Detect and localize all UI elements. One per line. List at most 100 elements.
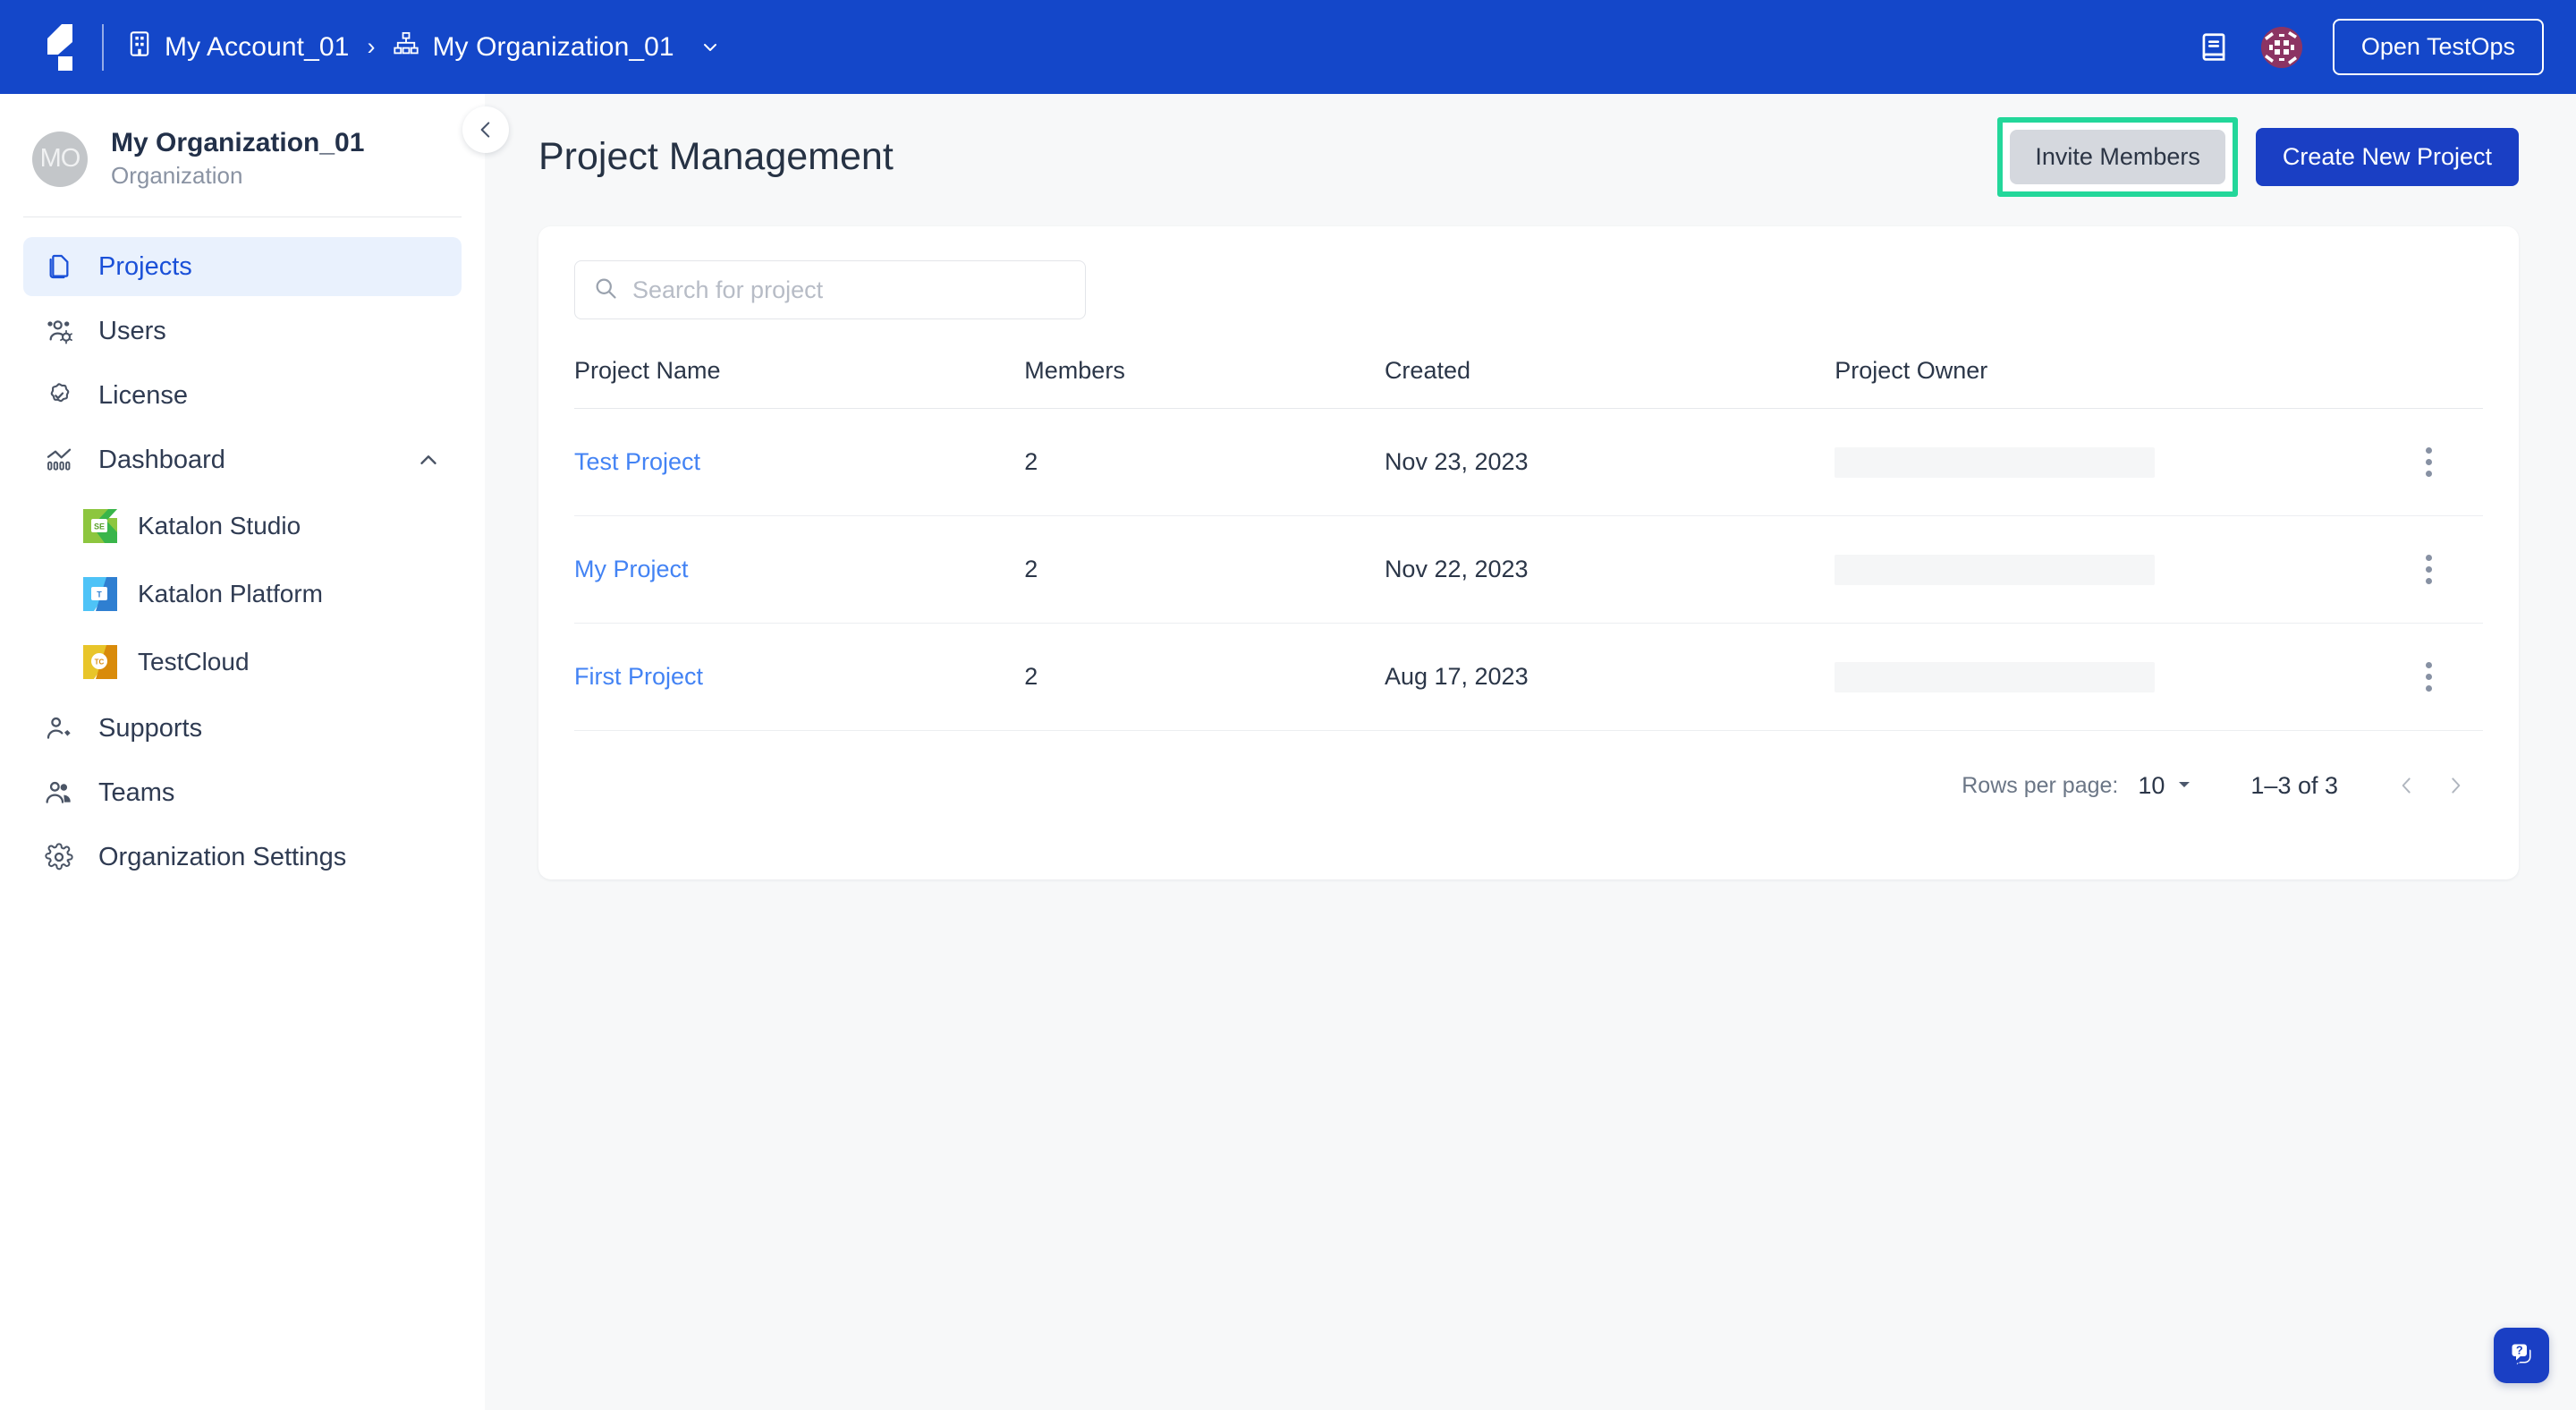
sidebar-item-label: Dashboard	[98, 445, 225, 474]
page-header-actions: Invite Members Create New Project	[1997, 116, 2519, 197]
pagination-next-button[interactable]	[2431, 761, 2479, 810]
owner-placeholder-bar	[1835, 661, 2156, 692]
kebab-menu-icon[interactable]	[2375, 662, 2483, 692]
sidebar-item-projects[interactable]: Projects	[23, 237, 462, 296]
help-chat-button[interactable]: ?	[2494, 1328, 2549, 1383]
chevron-up-icon[interactable]	[415, 446, 442, 473]
pagination-prev-button[interactable]	[2383, 761, 2431, 810]
cell-actions	[2375, 408, 2483, 516]
building-icon	[127, 30, 152, 64]
chevron-right-icon	[2452, 777, 2461, 794]
page-header: Project Management Invite Members Create…	[485, 106, 2576, 207]
sidebar-navigation: Projects Users License Dashboard SE Kata…	[0, 217, 485, 887]
owner-placeholder-bar	[1835, 446, 2156, 478]
projects-card: Project Name Members Created Project Own…	[538, 226, 2519, 879]
sidebar-item-label: Supports	[98, 713, 203, 743]
column-header-project-owner: Project Owner	[1835, 357, 1988, 384]
column-header-actions	[2375, 357, 2483, 409]
katalon-logo[interactable]	[27, 16, 89, 79]
project-name-link[interactable]: My Project	[574, 556, 689, 582]
help-chat-icon: ?	[2505, 1338, 2538, 1374]
analytics-chart-icon	[43, 444, 75, 476]
cell-created: Nov 23, 2023	[1384, 408, 1835, 516]
book-icon[interactable]	[2197, 30, 2231, 64]
svg-text:T: T	[97, 590, 102, 599]
sidebar-collapse-button[interactable]	[462, 106, 509, 153]
project-name-link[interactable]: Test Project	[574, 448, 700, 475]
sidebar-item-katalon-platform[interactable]: T Katalon Platform	[64, 563, 462, 625]
invite-members-button[interactable]: Invite Members	[2010, 129, 2225, 184]
search-input[interactable]	[632, 276, 1072, 304]
user-avatar-identicon[interactable]	[2260, 26, 2302, 68]
open-testops-button[interactable]: Open TestOps	[2332, 19, 2544, 75]
svg-text:SE: SE	[94, 522, 105, 531]
chevron-down-icon[interactable]	[699, 37, 721, 58]
projects-table: Project Name Members Created Project Own…	[574, 357, 2483, 731]
sidebar-item-dashboard[interactable]: Dashboard	[23, 430, 462, 489]
sidebar-item-testcloud[interactable]: TC TestCloud	[64, 631, 462, 693]
cell-project-owner	[1835, 623, 2376, 731]
rows-per-page-label: Rows per page:	[1962, 772, 2119, 798]
cell-members: 2	[1024, 408, 1385, 516]
sidebar-item-label: TestCloud	[138, 648, 250, 675]
organization-header: MO My Organization_01 Organization	[0, 94, 485, 190]
sidebar-item-license[interactable]: License	[23, 366, 462, 425]
sidebar-item-katalon-studio[interactable]: SE Katalon Studio	[64, 495, 462, 557]
caret-down-icon	[2175, 772, 2193, 800]
rows-per-page-select[interactable]: 10	[2138, 772, 2193, 800]
sidebar-item-supports[interactable]: Supports	[23, 699, 462, 758]
sidebar-item-label: Projects	[98, 251, 192, 281]
chevron-left-icon	[480, 122, 490, 138]
users-settings-icon	[43, 315, 75, 347]
kebab-menu-icon[interactable]	[2375, 555, 2483, 584]
breadcrumb-item-organization[interactable]: My Organization_01	[393, 31, 720, 64]
chevron-left-icon	[2402, 777, 2411, 794]
testcloud-icon: TC	[83, 645, 117, 679]
sidebar-dashboard-children: SE Katalon Studio T Katalon Platform TC …	[23, 495, 462, 693]
breadcrumb-account-label: My Account_01	[165, 31, 350, 62]
user-tag-icon	[43, 712, 75, 744]
cell-created: Aug 17, 2023	[1384, 623, 1835, 731]
main-content: Project Management Invite Members Create…	[485, 94, 2576, 1410]
org-chart-icon	[393, 31, 419, 64]
katalon-studio-icon: SE	[83, 509, 117, 543]
organization-name: My Organization_01	[111, 128, 365, 157]
sidebar-item-label: Teams	[98, 777, 175, 807]
kebab-menu-icon[interactable]	[2375, 447, 2483, 477]
column-header-created: Created	[1384, 357, 1470, 384]
app-root: My Account_01 › My Organization_01 Open …	[0, 0, 2576, 1410]
cell-members: 2	[1024, 623, 1385, 731]
cell-project-owner	[1835, 408, 2376, 516]
gear-icon	[43, 841, 75, 873]
page-title: Project Management	[538, 134, 894, 178]
project-name-link[interactable]: First Project	[574, 663, 703, 690]
svg-text:TC: TC	[95, 658, 105, 667]
organization-subtitle: Organization	[111, 162, 243, 189]
table-row: Test Project 2 Nov 23, 2023	[574, 408, 2483, 516]
sidebar-item-label: Users	[98, 316, 166, 345]
create-new-project-button[interactable]: Create New Project	[2255, 127, 2519, 186]
copy-documents-icon	[43, 251, 75, 283]
search-box[interactable]	[574, 260, 1086, 319]
topbar-divider	[102, 23, 104, 71]
sidebar-item-users[interactable]: Users	[23, 302, 462, 361]
cell-actions	[2375, 623, 2483, 731]
table-row: My Project 2 Nov 22, 2023	[574, 515, 2483, 624]
svg-text:?: ?	[2516, 1343, 2523, 1356]
owner-placeholder-bar	[1835, 554, 2156, 585]
breadcrumb-item-account[interactable]: My Account_01	[127, 30, 349, 64]
sidebar-item-label: Katalon Platform	[138, 580, 323, 607]
sidebar-item-organization-settings[interactable]: Organization Settings	[23, 828, 462, 887]
sidebar-item-teams[interactable]: Teams	[23, 763, 462, 822]
avatar: MO	[32, 131, 88, 187]
cell-created: Nov 22, 2023	[1384, 515, 1835, 624]
table-body: Test Project 2 Nov 23, 2023 My Project 2…	[574, 408, 2483, 731]
top-navigation-bar: My Account_01 › My Organization_01 Open …	[0, 0, 2576, 94]
sidebar-item-label: Katalon Studio	[138, 512, 301, 539]
cell-members: 2	[1024, 515, 1385, 624]
sidebar-item-label: Organization Settings	[98, 842, 347, 871]
cell-project-owner	[1835, 515, 2376, 624]
pagination-range: 1–3 of 3	[2250, 771, 2338, 799]
breadcrumb: My Account_01 › My Organization_01	[127, 30, 721, 64]
breadcrumb-org-label: My Organization_01	[432, 31, 674, 62]
